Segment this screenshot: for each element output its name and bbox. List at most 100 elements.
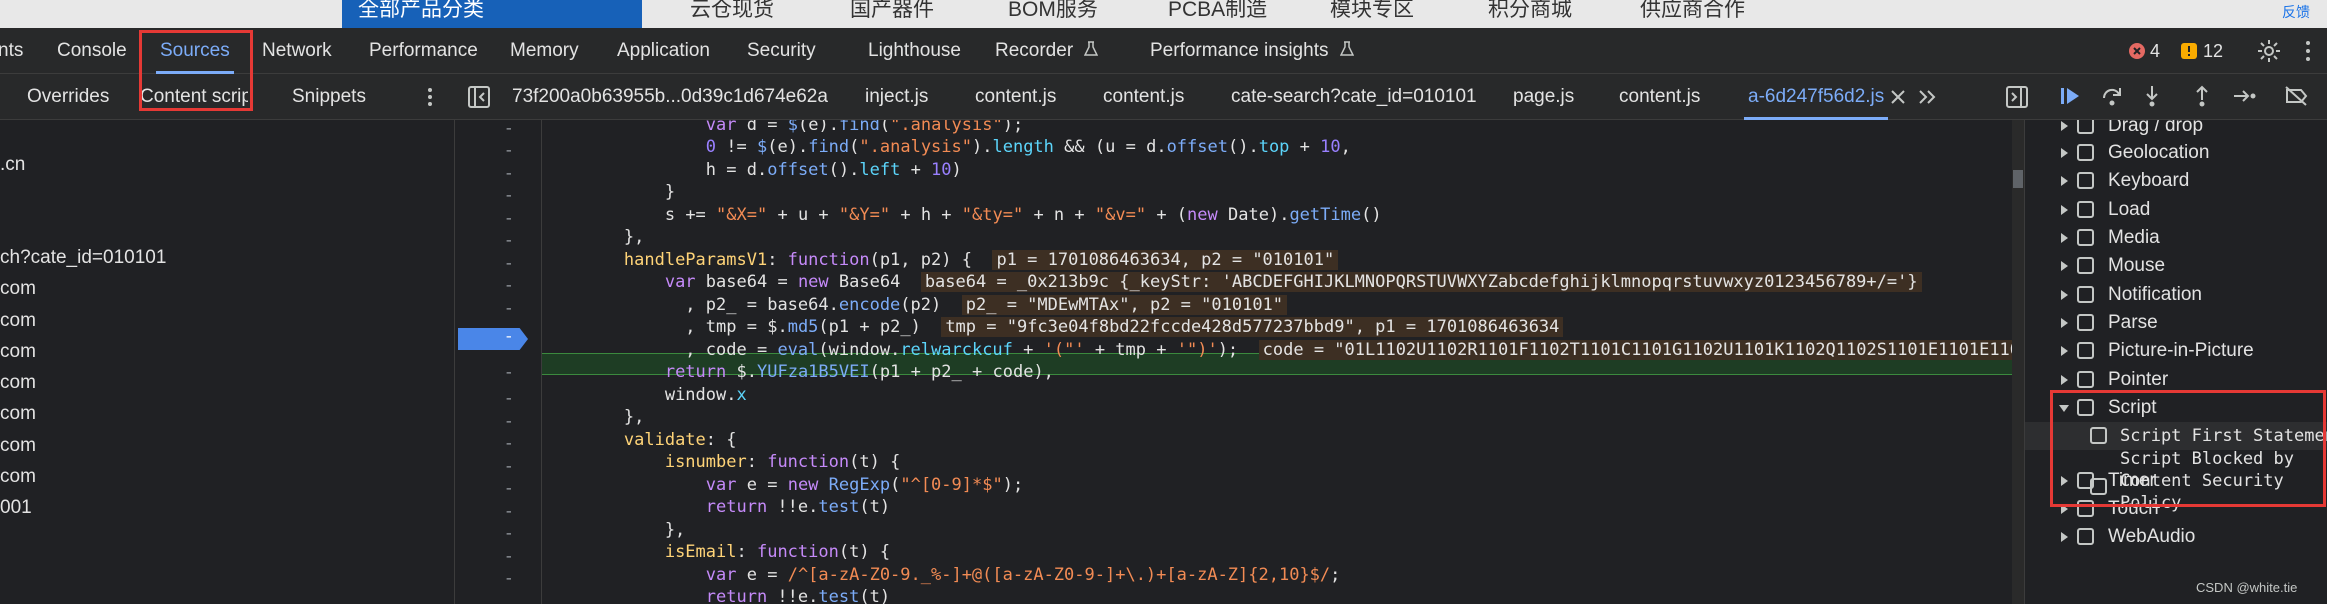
file-tab[interactable]: cate-search?cate_id=010101	[1231, 74, 1477, 120]
code-line-paused[interactable]: return $.YUFza1B5VEI(p1 + p2_ + code),	[542, 361, 1054, 383]
more-tabs-chevron-icon[interactable]	[1918, 89, 1938, 105]
file-tab[interactable]: inject.js	[865, 74, 928, 120]
breakpoint-checkbox[interactable]	[2077, 144, 2094, 161]
navigator-item[interactable]: 001	[0, 493, 32, 523]
collapsed-triangle-icon[interactable]	[2058, 374, 2070, 386]
step-into-icon[interactable]	[2142, 84, 2162, 108]
breakpoint-checkbox[interactable]	[2077, 314, 2094, 331]
breakpoint-category-geolocation[interactable]: Geolocation	[2025, 139, 2327, 167]
code-line[interactable]: isnumber: function(t) {	[542, 451, 900, 473]
collapsed-triangle-icon[interactable]	[2058, 531, 2070, 543]
breakpoint-category-notification[interactable]: Notification	[2025, 281, 2327, 309]
tab-memory[interactable]: Memory	[510, 28, 579, 74]
navigator-item[interactable]: com	[0, 368, 36, 398]
navigator-tab-overrides[interactable]: Overrides	[27, 74, 109, 120]
code-line[interactable]: },	[542, 406, 644, 428]
close-tab-icon[interactable]	[1890, 89, 1906, 105]
error-count[interactable]: 4	[2150, 28, 2160, 74]
webstrip-item[interactable]: PCBA制造	[1168, 0, 1267, 24]
navigator-item[interactable]: com	[0, 306, 36, 336]
file-tab[interactable]: content.js	[1619, 74, 1700, 120]
webstrip-item[interactable]: 供应商合作	[1640, 0, 1745, 24]
code-line[interactable]: validate: {	[542, 429, 737, 451]
breakpoint-category-parse[interactable]: Parse	[2025, 309, 2327, 337]
navigator-item[interactable]: .cn	[0, 150, 25, 180]
breakpoint-checkbox[interactable]	[2077, 286, 2094, 303]
breakpoint-checkbox[interactable]	[2077, 342, 2094, 359]
code-line[interactable]: isEmail: function(t) {	[542, 541, 890, 563]
warning-count[interactable]: 12	[2203, 28, 2223, 74]
tab-console[interactable]: Console	[57, 28, 127, 74]
file-tab-active[interactable]: a-6d247f56d2.js	[1743, 74, 1889, 120]
code-line[interactable]: window.x	[542, 384, 747, 406]
breakpoint-marker[interactable]	[458, 328, 528, 350]
breakpoint-checkbox[interactable]	[2077, 371, 2094, 388]
code-line[interactable]: h = d.offset().left + 10)	[542, 159, 962, 181]
navigator-item[interactable]: com	[0, 431, 36, 461]
code-line[interactable]: s += "&X=" + u + "&Y=" + h + "&ty=" + n …	[542, 204, 1382, 226]
file-tab[interactable]: page.js	[1513, 74, 1574, 120]
step-over-icon[interactable]	[2100, 84, 2124, 108]
breakpoint-category-picture-in-picture[interactable]: Picture-in-Picture	[2025, 337, 2327, 365]
navigator-item[interactable]: ch?cate_id=010101	[0, 243, 166, 273]
file-tab[interactable]: content.js	[1103, 74, 1184, 120]
code-line[interactable]: var e = /^[a-zA-Z0-9._%-]+@([a-zA-Z0-9-]…	[542, 564, 1341, 586]
vertical-scrollbar[interactable]	[2012, 120, 2024, 604]
code-line[interactable]: return !!e.test(t)	[542, 496, 890, 518]
webstrip-item[interactable]: 模块专区	[1330, 0, 1414, 24]
toggle-navigator-icon[interactable]	[468, 86, 490, 108]
step-icon[interactable]	[2232, 84, 2258, 108]
code-line[interactable]: },	[542, 226, 644, 248]
collapsed-triangle-icon[interactable]	[2058, 317, 2070, 329]
collapsed-triangle-icon[interactable]	[2058, 260, 2070, 272]
tab-elements[interactable]: nts	[0, 28, 23, 74]
scrollbar-thumb[interactable]	[2013, 170, 2023, 188]
toggle-debugger-icon[interactable]	[2006, 86, 2028, 108]
code-line[interactable]: var e = new RegExp("^[0-9]*$");	[542, 474, 1023, 496]
code-line[interactable]: var d = $(e).find(".analysis");	[542, 120, 1023, 136]
webstrip-item[interactable]: 积分商城	[1488, 0, 1572, 24]
tab-network[interactable]: Network	[262, 28, 332, 74]
navigator-tab-snippets[interactable]: Snippets	[292, 74, 366, 120]
breakpoint-checkbox[interactable]	[2077, 201, 2094, 218]
breakpoint-checkbox[interactable]	[2077, 528, 2094, 545]
collapsed-triangle-icon[interactable]	[2058, 345, 2070, 357]
code-area[interactable]: var d = $(e).find(".analysis"); 0 != $(e…	[542, 120, 2024, 604]
settings-gear-icon[interactable]	[2257, 39, 2281, 63]
navigator-item[interactable]: com	[0, 274, 36, 304]
tab-security[interactable]: Security	[747, 28, 816, 74]
feedback-link[interactable]: 反馈	[2282, 2, 2310, 26]
breakpoint-checkbox[interactable]	[2077, 120, 2094, 134]
collapsed-triangle-icon[interactable]	[2058, 175, 2070, 187]
code-editor[interactable]: - - - - - - - - - - - - - - - - - - - - …	[456, 120, 2024, 604]
breakpoint-category-mouse[interactable]: Mouse	[2025, 252, 2327, 280]
breakpoint-checkbox[interactable]	[2077, 229, 2094, 246]
error-icon[interactable]	[2128, 42, 2146, 60]
navigator-more-icon[interactable]	[426, 85, 434, 109]
tab-performance-insights[interactable]: Performance insights	[1150, 28, 1354, 74]
tab-performance[interactable]: Performance	[369, 28, 478, 74]
code-line[interactable]: 0 != $(e).find(".analysis").length && (u…	[542, 136, 1351, 158]
collapsed-triangle-icon[interactable]	[2058, 289, 2070, 301]
code-line[interactable]: }	[542, 181, 675, 203]
all-products-category[interactable]: 全部产品分类	[342, 0, 642, 28]
breakpoint-category-load[interactable]: Load	[2025, 196, 2327, 224]
webstrip-item[interactable]: BOM服务	[1008, 0, 1098, 24]
code-line[interactable]: , p2_ = base64.encode(p2) p2_ = "MDEwMTA…	[542, 294, 1288, 316]
webstrip-item[interactable]: 云仓现货	[690, 0, 774, 24]
file-tab[interactable]: content.js	[975, 74, 1056, 120]
tab-recorder[interactable]: Recorder	[995, 28, 1099, 74]
code-line[interactable]: },	[542, 519, 685, 541]
line-gutter[interactable]: - - - - - - - - - - - - - - - - - - - -	[456, 120, 542, 604]
warning-icon[interactable]	[2180, 42, 2198, 60]
webstrip-item[interactable]: 全部产品分类	[358, 0, 484, 24]
breakpoint-checkbox[interactable]	[2077, 172, 2094, 189]
file-tab[interactable]: 73f200a0b63955b...0d39c1d674e62a	[512, 74, 828, 120]
navigator-item[interactable]: com	[0, 337, 36, 367]
step-out-icon[interactable]	[2192, 84, 2212, 108]
code-line[interactable]: , code = eval(window.relwarckcuf + '("' …	[542, 339, 2024, 361]
tab-lighthouse[interactable]: Lighthouse	[868, 28, 961, 74]
webstrip-item[interactable]: 国产器件	[850, 0, 934, 24]
navigator-item[interactable]: com	[0, 399, 36, 429]
code-line[interactable]: var base64 = new Base64 base64 = _0x213b…	[542, 271, 1922, 293]
